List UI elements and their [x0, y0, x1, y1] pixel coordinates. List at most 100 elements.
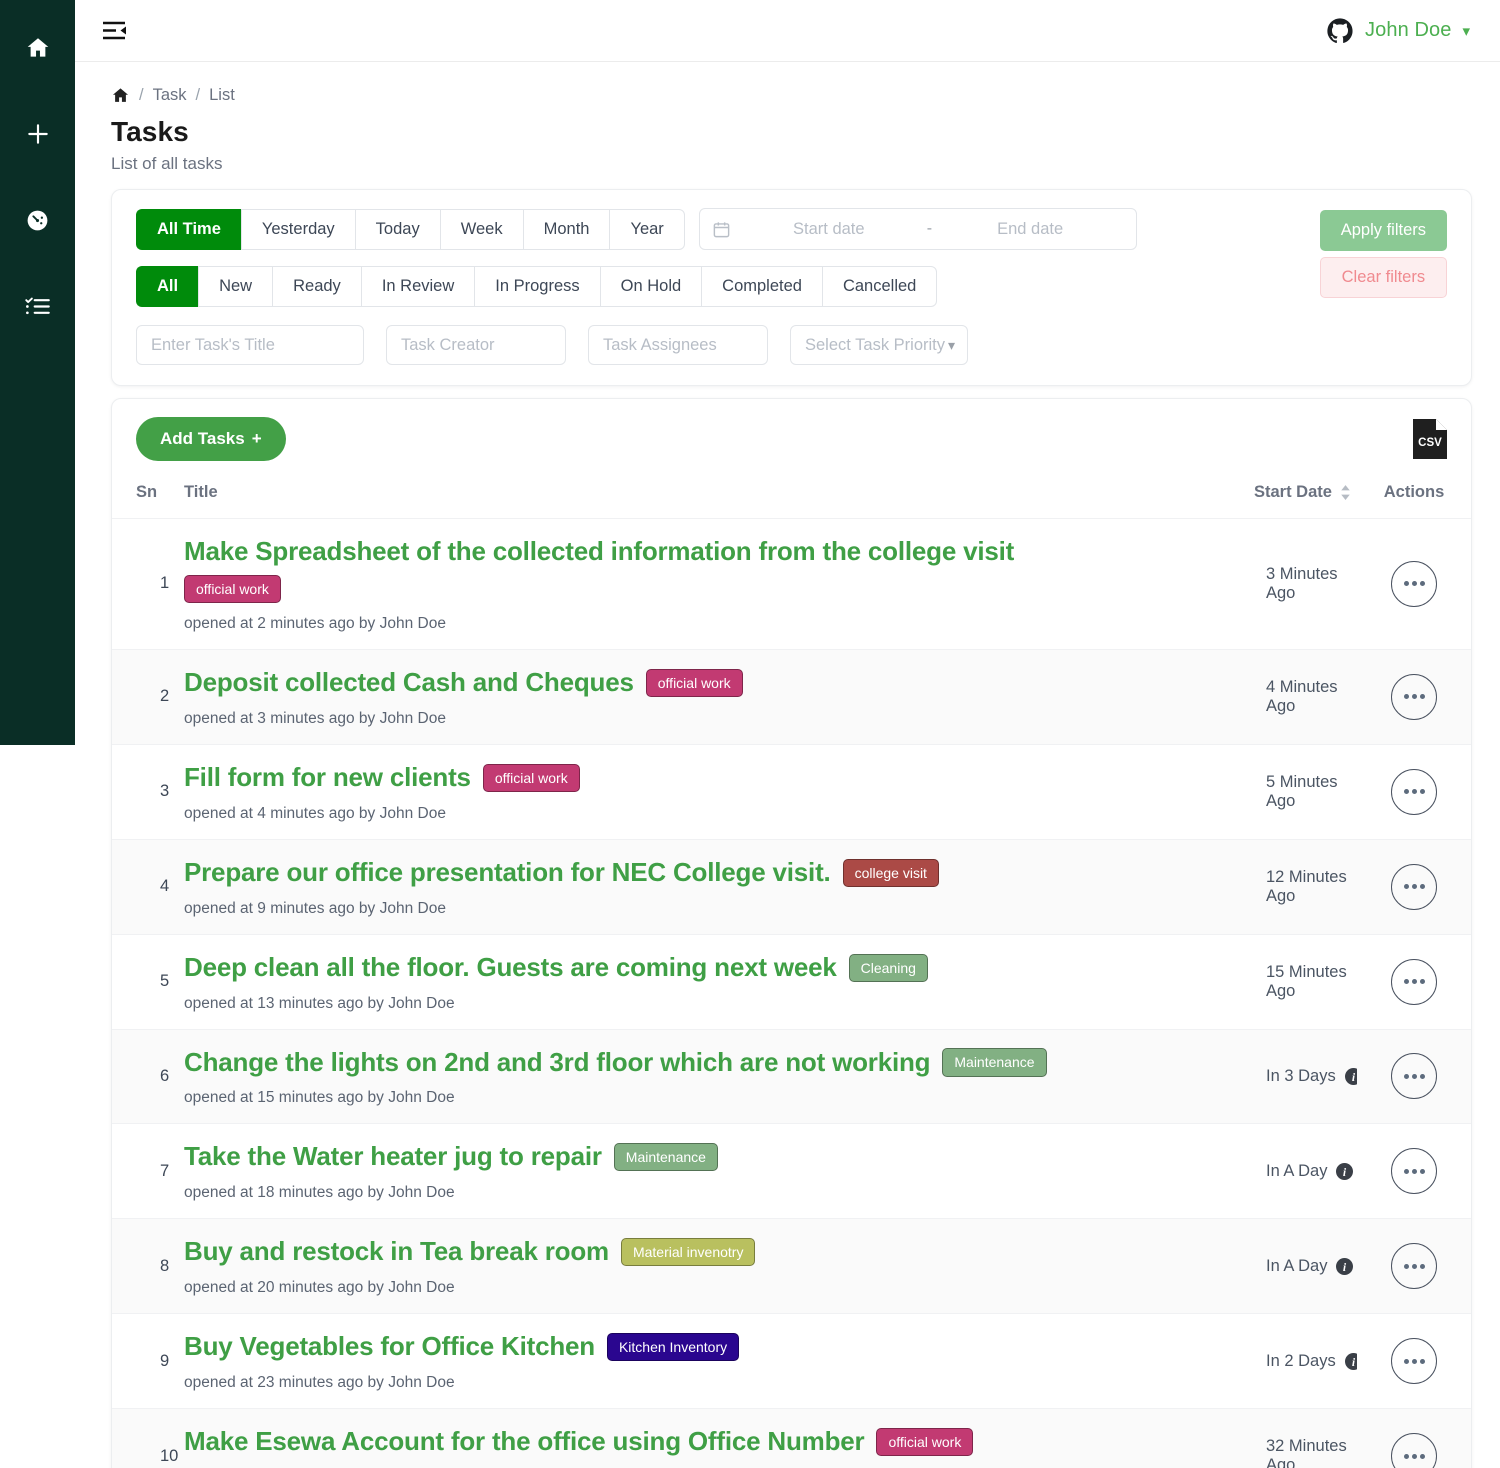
status-filter-new[interactable]: New [198, 266, 273, 307]
filter-actions: Apply filters Clear filters [1319, 210, 1447, 298]
task-tag-badge[interactable]: Material invenotry [620, 1238, 756, 1267]
task-serial-number: 8 [160, 1256, 170, 1275]
breadcrumb-home-link[interactable] [111, 86, 130, 105]
task-start-date: 4 Minutes Ago [1266, 677, 1338, 715]
row-actions-button[interactable] [1391, 1243, 1437, 1290]
row-actions-button[interactable] [1391, 1433, 1437, 1468]
time-range-segmented: All Time Yesterday Today Week Month Year [136, 208, 685, 250]
task-tag-badge[interactable]: Maintenance [613, 1143, 718, 1172]
row-actions-button[interactable] [1391, 958, 1437, 1005]
sidebar-item-home[interactable] [16, 26, 60, 70]
task-serial-number: 6 [160, 1066, 170, 1085]
task-tag-badge[interactable]: official work [645, 668, 743, 697]
time-filter-yesterday[interactable]: Yesterday [240, 208, 355, 250]
task-serial-number: 1 [160, 574, 170, 593]
date-range-separator: - [926, 220, 933, 237]
task-title-link[interactable]: Buy Vegetables for Office Kitchen [184, 1331, 595, 1362]
task-serial-number: 4 [160, 877, 170, 896]
task-title-link[interactable]: Fill form for new clients [184, 762, 471, 793]
dashboard-icon [27, 210, 48, 230]
breadcrumb-separator: / [195, 86, 201, 104]
table-scroll-container[interactable]: Sn Title Start Date Actions 1 Make Sprea… [112, 475, 1471, 1468]
task-tag-badge[interactable]: Cleaning [848, 953, 928, 982]
row-actions-button[interactable] [1391, 1148, 1437, 1195]
page-title: Tasks [111, 116, 189, 147]
time-filter-year[interactable]: Year [609, 208, 685, 250]
status-filter-cancelled[interactable]: Cancelled [821, 266, 938, 307]
table-row: 2 Deposit collected Cash and Cheques offic… [112, 648, 1471, 745]
tasks-table-panel: Add Tasks + CSV Sn Title Start Date Acti… [111, 398, 1472, 1468]
time-filter-all-time[interactable]: All Time [136, 208, 241, 250]
task-start-date: 5 Minutes Ago [1266, 772, 1338, 810]
page-subtitle: List of all tasks [111, 154, 223, 173]
chevron-down-icon: ▾ [947, 336, 955, 353]
info-icon[interactable]: i [1336, 1162, 1354, 1180]
user-profile-menu[interactable]: John Doe ▾ [1326, 17, 1476, 45]
start-date-input[interactable] [740, 219, 917, 239]
task-assignees-input[interactable] [588, 325, 768, 365]
github-avatar-icon [1327, 17, 1353, 43]
sidebar-item-dashboard[interactable] [16, 198, 60, 242]
task-title-link[interactable]: Deposit collected Cash and Cheques [184, 667, 634, 698]
breadcrumb: / Task / List [111, 86, 1472, 105]
task-opened-meta: opened at 2 minutes ago by John Doe [184, 614, 446, 632]
row-actions-button[interactable] [1391, 1053, 1437, 1100]
status-filter-in-review[interactable]: In Review [360, 266, 475, 307]
task-tag-badge[interactable]: official work [876, 1428, 974, 1457]
time-filter-week[interactable]: Week [439, 208, 523, 250]
task-title-link[interactable]: Make Esewa Account for the office using … [184, 1426, 865, 1457]
row-actions-button[interactable] [1391, 768, 1437, 815]
task-opened-meta: opened at 15 minutes ago by John Doe [184, 1089, 455, 1107]
date-range-picker[interactable]: - [698, 208, 1137, 250]
table-row: 9 Buy Vegetables for Office Kitchen Kitche… [112, 1313, 1471, 1409]
task-opened-meta: opened at 20 minutes ago by John Doe [184, 1279, 455, 1297]
task-tag-badge[interactable]: Kitchen Inventory [606, 1333, 740, 1362]
sidebar-item-add[interactable] [16, 112, 60, 156]
status-filter-completed[interactable]: Completed [701, 266, 822, 307]
status-filter-on-hold[interactable]: On Hold [599, 266, 702, 307]
add-tasks-label: Add Tasks [160, 429, 245, 448]
row-actions-button[interactable] [1391, 560, 1437, 607]
table-head: Sn Title Start Date Actions [112, 475, 1471, 519]
breadcrumb-item-list[interactable]: List [209, 86, 235, 105]
end-date-input[interactable] [942, 219, 1119, 239]
row-actions-button[interactable] [1391, 673, 1437, 720]
svg-text:CSV: CSV [1418, 437, 1442, 449]
task-title-link[interactable]: Change the lights on 2nd and 3rd floor w… [184, 1047, 931, 1078]
task-title-input[interactable] [136, 325, 364, 365]
sidebar-item-tasks[interactable] [16, 284, 60, 328]
row-actions-button[interactable] [1391, 863, 1437, 910]
table-row: 5 Deep clean all the floor. Guests are co… [112, 933, 1471, 1030]
task-priority-select[interactable]: Select Task Priority ▾ [790, 325, 968, 365]
info-icon[interactable]: i [1336, 1257, 1354, 1275]
status-filter-in-progress[interactable]: In Progress [474, 266, 600, 307]
table-row: 1 Make Spreadsheet of the collected infor… [112, 518, 1471, 650]
task-tag-badge[interactable]: official work [184, 574, 281, 603]
add-tasks-button[interactable]: Add Tasks + [136, 417, 286, 461]
task-title-link[interactable]: Make Spreadsheet of the collected inform… [184, 536, 1014, 567]
task-tag-badge[interactable]: college visit [842, 858, 939, 887]
menu-fold-button[interactable] [101, 20, 127, 42]
row-actions-button[interactable] [1391, 1338, 1437, 1385]
task-start-date: 12 Minutes Ago [1266, 867, 1347, 905]
task-tag-badge[interactable]: Maintenance [942, 1048, 1047, 1077]
clear-filters-button[interactable]: Clear filters [1319, 257, 1447, 298]
time-filter-month[interactable]: Month [522, 208, 610, 250]
task-start-date: In 2 Days [1266, 1351, 1336, 1370]
tasks-table: Sn Title Start Date Actions 1 Make Sprea… [112, 475, 1471, 1468]
task-tag-badge[interactable]: official work [482, 763, 580, 792]
table-row: 6 Change the lights on 2nd and 3rd floor … [112, 1028, 1471, 1124]
time-filter-today[interactable]: Today [354, 208, 440, 250]
status-segmented: All New Ready In Review In Progress On H… [136, 266, 938, 307]
task-title-link[interactable]: Take the Water heater jug to repair [184, 1142, 602, 1172]
status-filter-all[interactable]: All [136, 266, 199, 307]
task-title-link[interactable]: Buy and restock in Tea break room [184, 1236, 609, 1267]
task-title-link[interactable]: Deep clean all the floor. Guests are com… [184, 952, 837, 983]
csv-file-icon[interactable]: CSV [1411, 418, 1449, 460]
apply-filters-button[interactable]: Apply filters [1319, 210, 1447, 251]
task-opened-meta: opened at 4 minutes ago by John Doe [184, 804, 446, 822]
breadcrumb-item-task[interactable]: Task [153, 86, 187, 105]
status-filter-ready[interactable]: Ready [272, 266, 361, 307]
task-creator-input[interactable] [386, 325, 566, 365]
task-title-link[interactable]: Prepare our office presentation for NEC … [184, 857, 831, 888]
